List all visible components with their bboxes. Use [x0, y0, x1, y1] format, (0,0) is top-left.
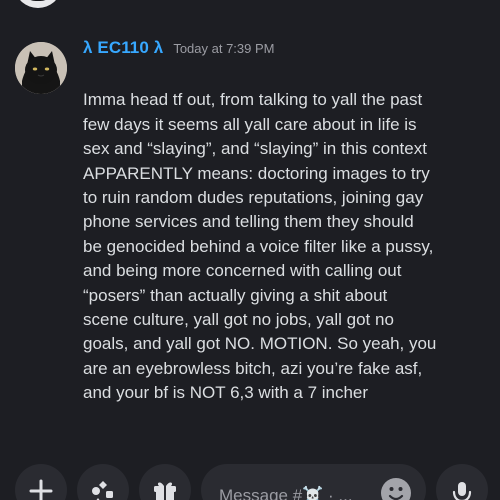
apps-icon — [92, 481, 113, 500]
message-line: be genocided behind a voice filter like … — [83, 236, 434, 256]
gift-icon — [154, 482, 176, 500]
message-input[interactable]: Message #☠️ · ... — [201, 464, 426, 500]
message-line: sex and “slaying”, and “slaying” in this… — [83, 139, 427, 159]
message-line: phone services and telling them they sho… — [83, 212, 414, 232]
message-timestamp: Today at 7:39 PM — [173, 41, 275, 56]
message-line: Imma head tf out, from talking to yall t… — [83, 90, 423, 110]
previous-avatar-fragment — [16, 0, 60, 8]
gift-button[interactable] — [139, 464, 191, 500]
message-line: few days it seems all yall care about in… — [83, 114, 417, 134]
message-placeholder: Message #☠️ · ... — [219, 486, 353, 500]
message-line: and being more concerned with calling ou… — [83, 261, 402, 281]
message-line: APPARENTLY means: doctoring images to tr… — [83, 163, 430, 183]
chat-message[interactable]: λ EC110 λ Today at 7:39 PM Imma head tf … — [0, 34, 500, 424]
message-line: and your bf is NOT 6,3 with a 7 incher — [83, 383, 369, 403]
message-line: goals, and yall got NO. MOTION. So yeah,… — [83, 334, 437, 354]
black-cat-avatar-icon[interactable] — [15, 42, 67, 94]
message-header: λ EC110 λ Today at 7:39 PM — [83, 38, 274, 64]
plus-icon — [29, 479, 53, 500]
message-content: Imma head tf out, from talking to yall t… — [83, 64, 487, 406]
discord-message-screen: λ EC110 λ Today at 7:39 PM Imma head tf … — [0, 0, 500, 500]
username[interactable]: λ EC110 λ — [83, 38, 163, 58]
emoji-icon[interactable] — [381, 478, 411, 500]
microphone-icon — [452, 482, 472, 500]
message-line: to ruin random dudes reputations, joinin… — [83, 188, 424, 208]
message-line: “posers” than actually giving a shit abo… — [83, 285, 388, 305]
add-attachment-button[interactable] — [15, 464, 67, 500]
apps-button[interactable] — [77, 464, 129, 500]
message-line: are an eyebrowless bitch, azi you’re fak… — [83, 358, 423, 378]
message-composer: Message #☠️ · ... — [0, 458, 500, 500]
voice-message-button[interactable] — [436, 464, 488, 500]
message-line: scene culture, yall got no jobs, yall go… — [83, 310, 394, 330]
